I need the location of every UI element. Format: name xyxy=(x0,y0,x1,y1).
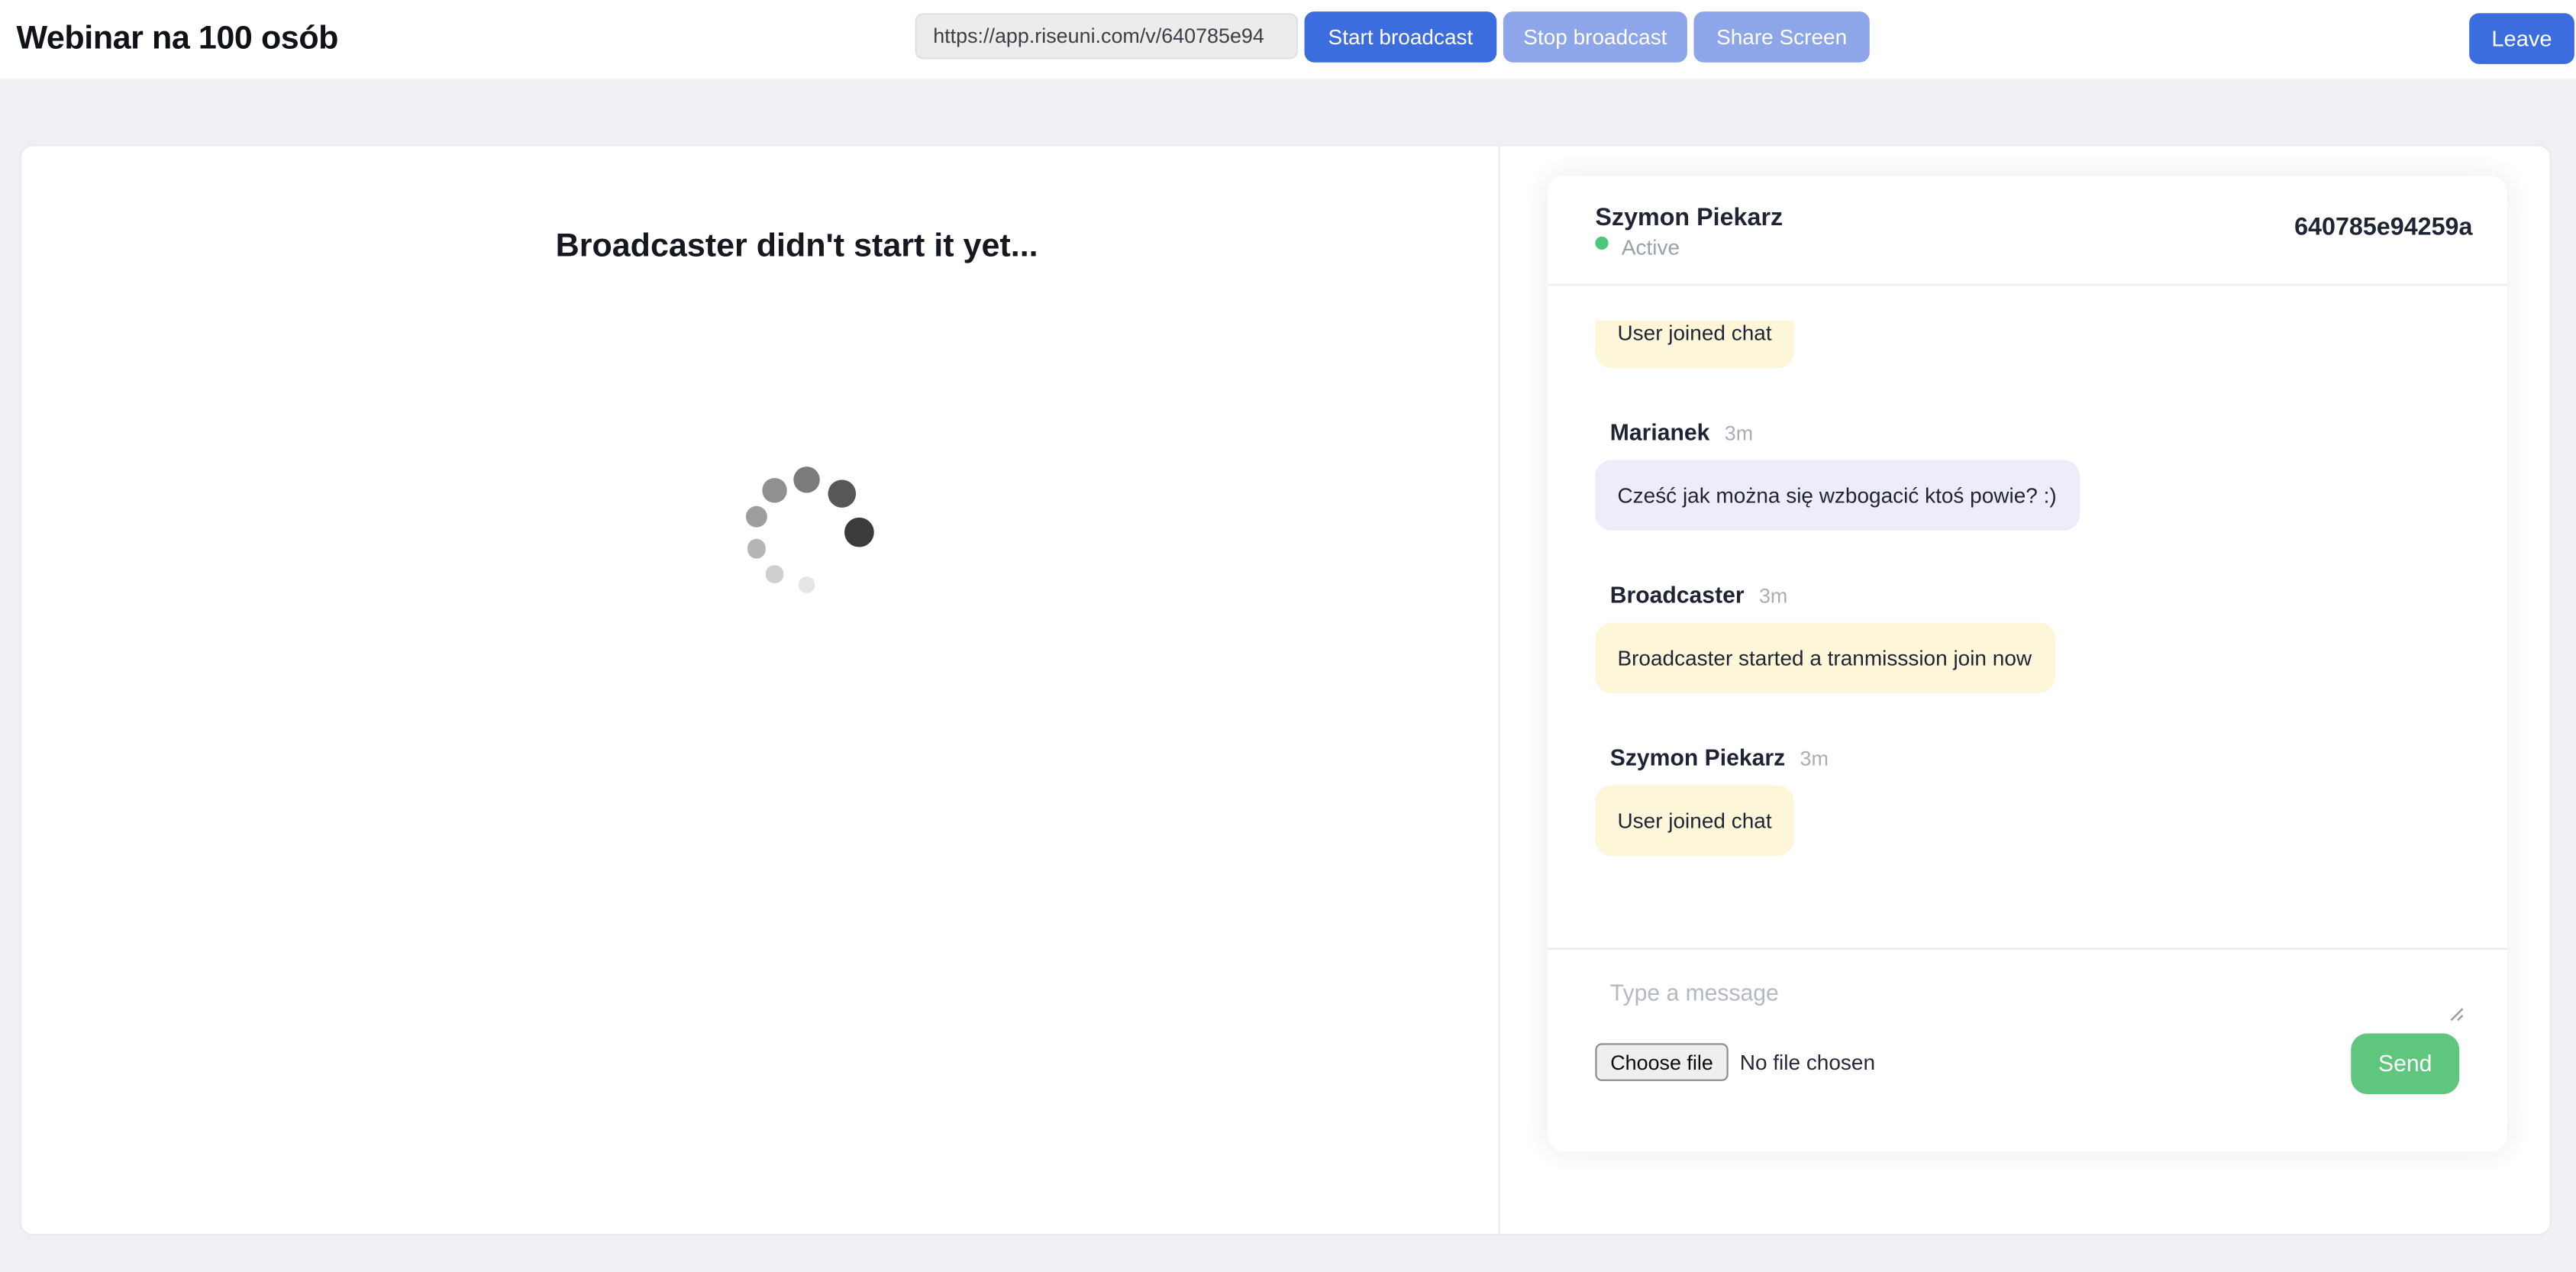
spinner-dot xyxy=(747,538,767,558)
message-input[interactable] xyxy=(1595,958,2461,1025)
chat-panel: Szymon Piekarz Active 640785e94259a User… xyxy=(1547,175,2507,1151)
chat-message: Marianek 3m Cześć jak można się wzbogacić … xyxy=(1594,420,2460,530)
message-author: Szymon Piekarz xyxy=(1609,743,1786,770)
spinner-dot xyxy=(844,517,875,548)
message-time: 3m xyxy=(1800,746,1829,770)
chat-user-name: Szymon Piekarz xyxy=(1595,202,1784,231)
active-status-label: Active xyxy=(1621,234,1680,259)
active-status-icon xyxy=(1595,236,1609,250)
chat-header-divider xyxy=(1547,284,2507,286)
message-time: 3m xyxy=(1758,583,1788,608)
chat-message: Szymon Piekarz 3m User joined chat xyxy=(1594,745,2461,856)
main-panel: Broadcaster didn't start it yet... Szymo… xyxy=(19,144,2552,1236)
share-url-input[interactable] xyxy=(915,13,1298,60)
message-time: 3m xyxy=(1724,421,1754,445)
composer-divider xyxy=(1547,948,2507,950)
spinner-dot xyxy=(765,565,783,583)
message-meta: Broadcaster 3m xyxy=(1610,583,2461,607)
message-author: Broadcaster xyxy=(1609,580,1745,608)
spinner-dot xyxy=(799,576,815,593)
message-list[interactable]: User joined chat Marianek 3m Cześć jak możn… xyxy=(1548,320,2507,948)
page-title: Webinar na 100 osób xyxy=(16,20,339,57)
message-meta: Szymon Piekarz 3m xyxy=(1610,745,2461,770)
chat-message: User joined chat xyxy=(1594,320,2460,367)
message-bubble: Broadcaster started a tranmisssion join … xyxy=(1594,621,2055,692)
webinar-app: Webinar na 100 osób Start broadcast Stop… xyxy=(0,0,2576,1272)
textarea-resize-handle-icon[interactable] xyxy=(2445,1002,2465,1022)
message-author: Marianek xyxy=(1609,418,1710,445)
loading-spinner-icon xyxy=(745,467,875,593)
message-meta: Marianek 3m xyxy=(1610,420,2461,444)
file-upload-row: Choose file No file chosen xyxy=(1595,1042,1875,1082)
spinner-dot xyxy=(793,467,820,493)
spinner-dot xyxy=(745,505,768,528)
message-bubble: Cześć jak można się wzbogacić ktoś powie… xyxy=(1594,459,2080,530)
chat-message: Broadcaster 3m Broadcaster started a tranm… xyxy=(1594,583,2460,692)
send-button[interactable]: Send xyxy=(2351,1032,2460,1094)
stop-broadcast-button[interactable]: Stop broadcast xyxy=(1503,11,1687,63)
spinner-dot xyxy=(762,479,786,503)
panel-divider xyxy=(1498,146,1500,1235)
message-bubble: User joined chat xyxy=(1594,784,1795,856)
broadcast-status-heading: Broadcaster didn't start it yet... xyxy=(555,228,1038,265)
choose-file-button[interactable]: Choose file xyxy=(1595,1043,1729,1081)
start-broadcast-button[interactable]: Start broadcast xyxy=(1304,11,1497,63)
top-bar: Webinar na 100 osób Start broadcast Stop… xyxy=(0,0,2576,79)
spinner-dot xyxy=(828,479,857,508)
leave-button[interactable]: Leave xyxy=(2469,13,2574,64)
share-screen-button[interactable]: Share Screen xyxy=(1693,11,1870,63)
room-id: 640785e94259a xyxy=(2294,212,2473,241)
no-file-chosen-label: No file chosen xyxy=(1739,1050,1876,1075)
message-bubble: User joined chat xyxy=(1594,320,1795,367)
